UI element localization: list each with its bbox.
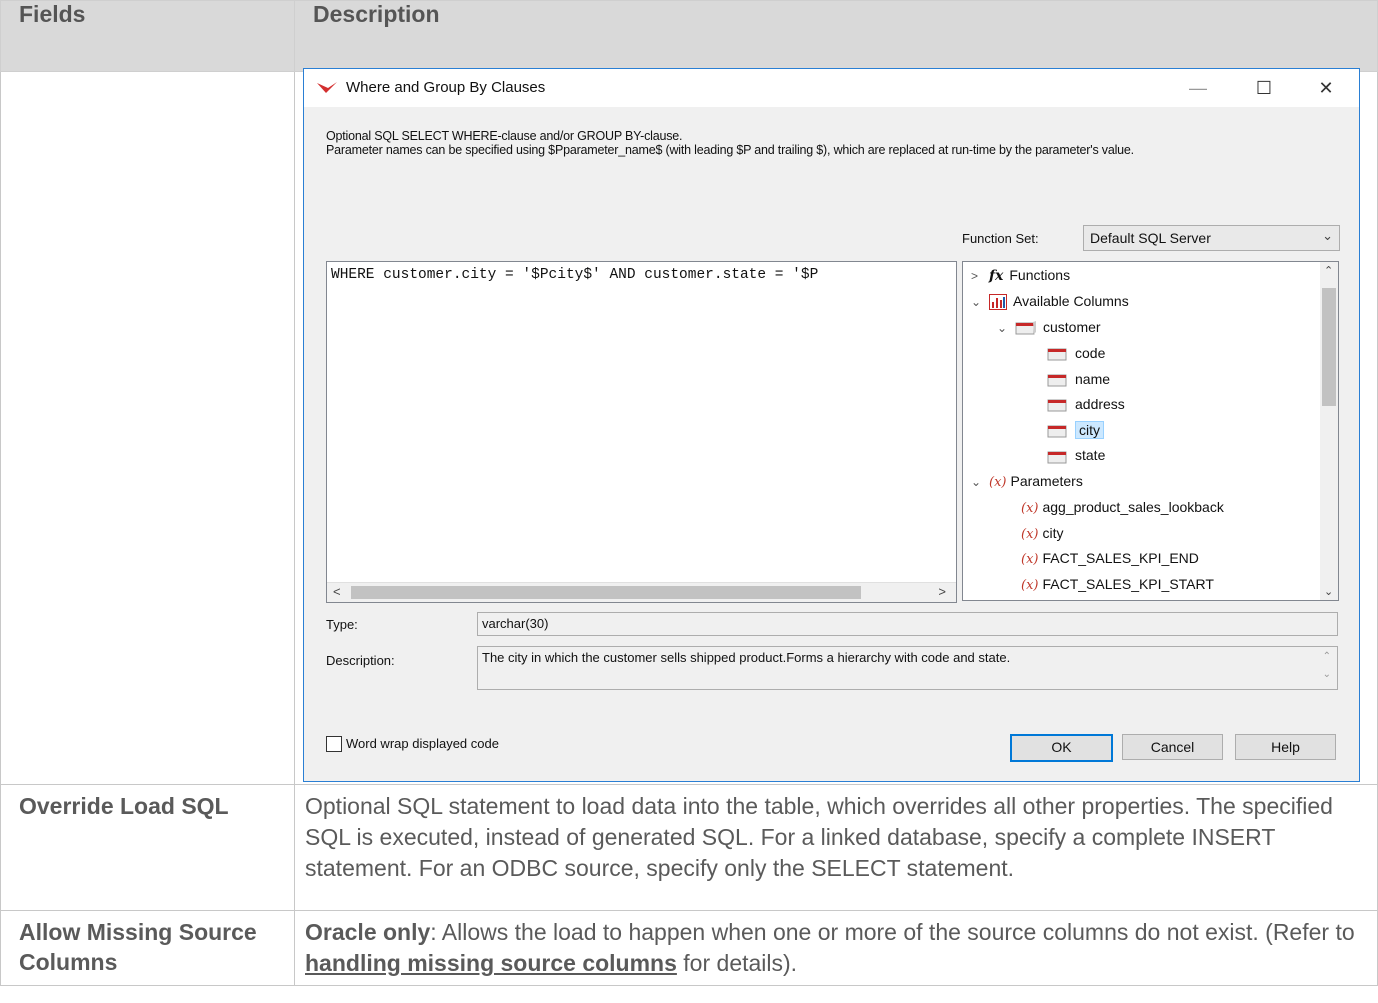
- tree-item-column[interactable]: address: [1047, 393, 1125, 415]
- intro-line-1: Optional SQL SELECT WHERE-clause and/or …: [326, 129, 683, 143]
- collapse-icon[interactable]: ⌄: [971, 471, 989, 493]
- collapse-icon[interactable]: ⌄: [971, 291, 989, 313]
- collapse-icon[interactable]: ⌄: [997, 317, 1015, 339]
- tree-item-parameter[interactable]: (x) agg_product_sales_lookback: [1021, 496, 1224, 518]
- tree-item-column[interactable]: city: [1047, 419, 1104, 441]
- function-tree[interactable]: > fx Functions ⌄ Available Columns ⌄ custome…: [962, 261, 1339, 601]
- description-header: Description: [294, 0, 1378, 72]
- description-text-after: for details).: [676, 950, 798, 976]
- help-button[interactable]: Help: [1235, 734, 1336, 760]
- columns-chart-icon: [989, 294, 1007, 311]
- cancel-button[interactable]: Cancel: [1122, 734, 1223, 760]
- scroll-right-icon[interactable]: >: [938, 584, 946, 599]
- allow-missing-description: Oracle only: Allows the load to happen w…: [294, 910, 1378, 986]
- properties-table: Fields Description Where and Group By Cl…: [0, 0, 1378, 986]
- column-icon: [1047, 425, 1067, 438]
- word-wrap-label[interactable]: Word wrap displayed code: [346, 736, 499, 751]
- parameter-x-icon: (x): [989, 475, 1007, 490]
- where-group-by-dialog: Where and Group By Clauses — ☐ ✕ Optiona…: [303, 68, 1360, 782]
- tree-item-column[interactable]: name: [1047, 368, 1110, 390]
- word-wrap-checkbox[interactable]: [326, 736, 342, 752]
- dialog-intro: Optional SQL SELECT WHERE-clause and/or …: [326, 129, 1134, 157]
- ok-button[interactable]: OK: [1010, 734, 1113, 762]
- handling-missing-source-columns-link[interactable]: handling missing source columns: [305, 950, 677, 976]
- scroll-left-icon[interactable]: <: [333, 584, 341, 599]
- sql-code-text: WHERE customer.city = '$Pcity$' AND cust…: [331, 267, 819, 283]
- dialog-titlebar: Where and Group By Clauses — ☐ ✕: [304, 69, 1359, 107]
- scroll-down-icon[interactable]: ⌄: [1324, 585, 1333, 598]
- function-set-select[interactable]: Default SQL Server ⌄: [1083, 225, 1340, 251]
- column-icon: [1047, 348, 1067, 361]
- field-allow-missing-source-columns: Allow Missing Source Columns: [0, 910, 295, 986]
- function-set-value: Default SQL Server: [1090, 230, 1211, 246]
- tree-item-parameter[interactable]: (x) FACT_SALES_KPI_END: [1021, 547, 1199, 569]
- code-horizontal-scrollbar[interactable]: < >: [327, 582, 956, 602]
- minimize-button[interactable]: —: [1176, 75, 1220, 101]
- tree-item-parameter[interactable]: (x) FACT_SALES_KPI_START: [1021, 573, 1214, 595]
- parameter-x-icon: (x): [1021, 501, 1039, 516]
- tree-item-customer-table[interactable]: ⌄ customer: [997, 316, 1101, 338]
- dialog-title: Where and Group By Clauses: [346, 79, 546, 96]
- tree-item-column[interactable]: code: [1047, 342, 1105, 364]
- scrollbar-thumb[interactable]: [351, 586, 861, 599]
- scrollbar-thumb[interactable]: [1322, 288, 1336, 406]
- sql-code-editor[interactable]: WHERE customer.city = '$Pcity$' AND cust…: [326, 261, 957, 603]
- scroll-up-icon[interactable]: ⌃: [1323, 651, 1331, 662]
- type-label: Type:: [326, 617, 358, 632]
- app-logo-icon: [317, 82, 337, 93]
- fields-header: Fields: [0, 0, 295, 72]
- description-label: Description:: [326, 653, 395, 668]
- column-icon: [1047, 451, 1067, 464]
- column-icon: [1047, 399, 1067, 412]
- function-fx-icon: fx: [989, 268, 1004, 285]
- function-set-label: Function Set:: [962, 231, 1039, 246]
- parameter-x-icon: (x): [1021, 526, 1039, 542]
- description-field[interactable]: The city in which the customer sells shi…: [477, 646, 1338, 690]
- oracle-only-label: Oracle only: [305, 919, 431, 945]
- dialog-screenshot-cell: Where and Group By Clauses — ☐ ✕ Optiona…: [294, 68, 1378, 785]
- tree-item-column[interactable]: state: [1047, 444, 1105, 466]
- scroll-down-icon[interactable]: ⌄: [1323, 669, 1331, 680]
- table-icon: [1015, 321, 1036, 335]
- override-load-sql-description: Optional SQL statement to load data into…: [294, 784, 1378, 911]
- column-icon: [1047, 374, 1067, 387]
- field-override-load-sql: Override Load SQL: [0, 784, 295, 911]
- tree-item-functions[interactable]: > fx Functions: [971, 264, 1070, 286]
- parameter-x-icon: (x): [1021, 577, 1039, 593]
- tree-item-parameter[interactable]: (x) city: [1021, 522, 1063, 544]
- parameter-x-icon: (x): [1021, 552, 1039, 568]
- close-button[interactable]: ✕: [1304, 75, 1348, 101]
- intro-line-2: Parameter names can be specified using $…: [326, 143, 1134, 157]
- empty-field-cell: [0, 71, 295, 785]
- scroll-up-icon[interactable]: ⌃: [1324, 264, 1333, 277]
- chevron-down-icon: ⌄: [1322, 228, 1333, 243]
- tree-item-available-columns[interactable]: ⌄ Available Columns: [971, 290, 1129, 312]
- description-text-before: : Allows the load to happen when one or …: [430, 919, 1355, 945]
- expand-icon[interactable]: >: [971, 265, 989, 287]
- tree-vertical-scrollbar[interactable]: ⌃ ⌄: [1320, 262, 1338, 600]
- maximize-button[interactable]: ☐: [1242, 75, 1286, 101]
- type-field: varchar(30): [477, 612, 1338, 636]
- tree-item-parameters[interactable]: ⌄ (x) Parameters: [971, 470, 1083, 492]
